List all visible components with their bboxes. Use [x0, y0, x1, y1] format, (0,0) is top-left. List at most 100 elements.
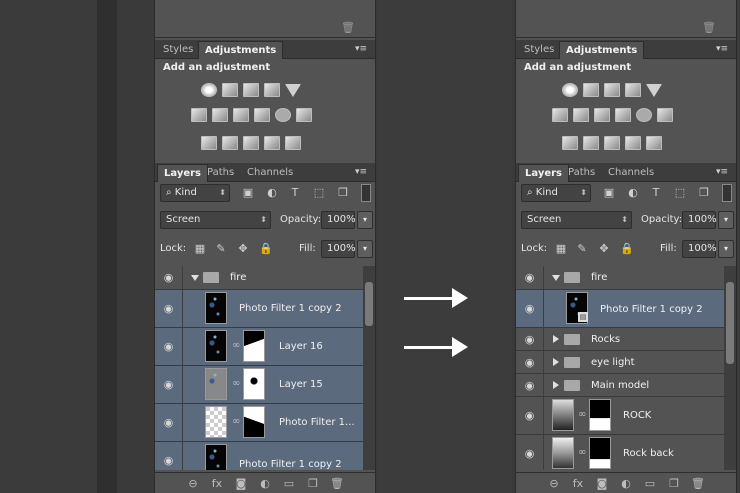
- layer-row[interactable]: ◉ ∞ Layer 15: [155, 366, 363, 404]
- color-balance-icon[interactable]: [212, 108, 228, 122]
- curves-icon[interactable]: [604, 83, 620, 97]
- vibrance-icon[interactable]: [646, 84, 662, 97]
- photo-filter-icon[interactable]: [254, 108, 270, 122]
- eye-icon[interactable]: ◉: [516, 266, 544, 289]
- filter-toggle-icon[interactable]: [361, 184, 371, 202]
- new-group-icon[interactable]: ▭: [282, 477, 296, 490]
- opacity-input[interactable]: 100%: [682, 211, 717, 229]
- photo-filter-icon[interactable]: [615, 108, 631, 122]
- eye-icon[interactable]: ◉: [516, 397, 544, 434]
- opacity-dropdown-button[interactable]: ▾: [357, 211, 373, 229]
- invert-icon[interactable]: [562, 136, 578, 150]
- lock-pixels-icon[interactable]: ✎: [215, 243, 227, 255]
- new-layer-icon[interactable]: ❐: [306, 477, 320, 490]
- kind-filter-select[interactable]: ⌕ Kind ⬍: [521, 184, 591, 202]
- scrollbar-thumb[interactable]: [726, 282, 734, 364]
- layer-group-rocks[interactable]: ◉ Rocks: [516, 328, 724, 351]
- expand-arrow-icon[interactable]: [191, 275, 199, 281]
- eye-icon[interactable]: ◉: [516, 351, 544, 373]
- lock-position-icon[interactable]: ✥: [598, 243, 610, 255]
- black-white-icon[interactable]: [594, 108, 610, 122]
- new-group-icon[interactable]: ▭: [643, 477, 657, 490]
- new-layer-icon[interactable]: ❐: [667, 477, 681, 490]
- blend-mode-select[interactable]: Screen ⬍: [521, 211, 632, 229]
- panel-menu-icon[interactable]: ▾≡: [355, 44, 369, 54]
- trash-icon[interactable]: 🗑: [341, 22, 355, 34]
- trash-icon[interactable]: 🗑: [691, 477, 705, 490]
- type-filter-icon[interactable]: T: [289, 187, 301, 199]
- eye-icon[interactable]: ◉: [516, 374, 544, 396]
- smart-object-filter-icon[interactable]: ❐: [337, 187, 349, 199]
- eye-icon[interactable]: ◉: [516, 328, 544, 350]
- black-white-icon[interactable]: [233, 108, 249, 122]
- posterize-icon[interactable]: [222, 136, 238, 150]
- expand-arrow-icon[interactable]: [553, 381, 559, 389]
- fill-input[interactable]: 100%: [321, 240, 356, 258]
- lock-all-icon[interactable]: 🔒: [620, 243, 634, 255]
- lock-pixels-icon[interactable]: ✎: [576, 243, 588, 255]
- opacity-dropdown-button[interactable]: ▾: [718, 211, 734, 229]
- trash-icon[interactable]: 🗑: [702, 22, 716, 34]
- shape-filter-icon[interactable]: ⬚: [674, 187, 686, 199]
- vibrance-icon[interactable]: [285, 84, 301, 97]
- layers-scrollbar[interactable]: [363, 266, 375, 470]
- blend-mode-select[interactable]: Screen ⬍: [160, 211, 271, 229]
- fill-dropdown-button[interactable]: ▾: [357, 240, 373, 258]
- link-icon[interactable]: ⊖: [186, 477, 200, 490]
- exposure-icon[interactable]: [625, 83, 641, 97]
- image-filter-icon[interactable]: ▣: [603, 187, 615, 199]
- threshold-icon[interactable]: [604, 136, 620, 150]
- layer-group-fire[interactable]: ◉ fire: [155, 266, 363, 290]
- fx-icon[interactable]: fx: [571, 477, 585, 490]
- new-adjustment-icon[interactable]: ◐: [619, 477, 633, 490]
- trash-icon[interactable]: 🗑: [330, 477, 344, 490]
- filter-toggle-icon[interactable]: [722, 184, 732, 202]
- panel-menu-icon[interactable]: ▾≡: [355, 167, 369, 177]
- levels-icon[interactable]: [583, 83, 599, 97]
- channel-mixer-icon[interactable]: [275, 108, 291, 122]
- lock-transparency-icon[interactable]: ▦: [555, 243, 567, 255]
- kind-filter-select[interactable]: ⌕ Kind ⬍: [160, 184, 230, 202]
- add-mask-icon[interactable]: ◙: [595, 477, 609, 490]
- color-lookup-icon[interactable]: [657, 108, 673, 122]
- tab-paths[interactable]: Paths: [201, 164, 240, 182]
- eye-icon[interactable]: ◉: [516, 290, 544, 327]
- tab-adjustments[interactable]: Adjustments: [559, 41, 645, 59]
- expand-arrow-icon[interactable]: [553, 358, 559, 366]
- panel-menu-icon[interactable]: ▾≡: [716, 44, 730, 54]
- layer-group-fire[interactable]: ◉ fire: [516, 266, 724, 290]
- invert-icon[interactable]: [201, 136, 217, 150]
- hue-saturation-icon[interactable]: [552, 108, 568, 122]
- tab-adjustments[interactable]: Adjustments: [198, 41, 284, 59]
- tab-styles[interactable]: Styles: [157, 41, 199, 59]
- levels-icon[interactable]: [222, 83, 238, 97]
- layer-row[interactable]: ◉ ▤ Photo Filter 1 copy 2: [516, 290, 724, 328]
- posterize-icon[interactable]: [583, 136, 599, 150]
- layer-row[interactable]: ◉ Photo Filter 1 copy 2: [155, 290, 363, 328]
- scrollbar-thumb[interactable]: [365, 282, 373, 326]
- layer-group-main-model[interactable]: ◉ Main model: [516, 374, 724, 397]
- layer-group-eye-light[interactable]: ◉ eye light: [516, 351, 724, 374]
- image-filter-icon[interactable]: ▣: [242, 187, 254, 199]
- eye-icon[interactable]: ◉: [155, 442, 183, 470]
- expand-arrow-icon[interactable]: [552, 275, 560, 281]
- tab-paths[interactable]: Paths: [562, 164, 601, 182]
- eye-icon[interactable]: ◉: [516, 435, 544, 470]
- layer-row[interactable]: ◉ ∞ Rock back: [516, 435, 724, 470]
- lock-all-icon[interactable]: 🔒: [259, 243, 273, 255]
- adjustment-filter-icon[interactable]: ◐: [266, 187, 278, 199]
- eye-icon[interactable]: ◉: [155, 328, 183, 365]
- add-mask-icon[interactable]: ◙: [234, 477, 248, 490]
- smart-object-filter-icon[interactable]: ❐: [698, 187, 710, 199]
- gradient-map-icon[interactable]: [264, 136, 280, 150]
- lock-transparency-icon[interactable]: ▦: [194, 243, 206, 255]
- type-filter-icon[interactable]: T: [650, 187, 662, 199]
- brightness-icon[interactable]: [562, 83, 578, 97]
- brightness-icon[interactable]: [201, 83, 217, 97]
- fx-icon[interactable]: fx: [210, 477, 224, 490]
- gradient-map-icon[interactable]: [625, 136, 641, 150]
- link-icon[interactable]: ⊖: [547, 477, 561, 490]
- shape-filter-icon[interactable]: ⬚: [313, 187, 325, 199]
- curves-icon[interactable]: [243, 83, 259, 97]
- selective-color-icon[interactable]: [646, 136, 662, 150]
